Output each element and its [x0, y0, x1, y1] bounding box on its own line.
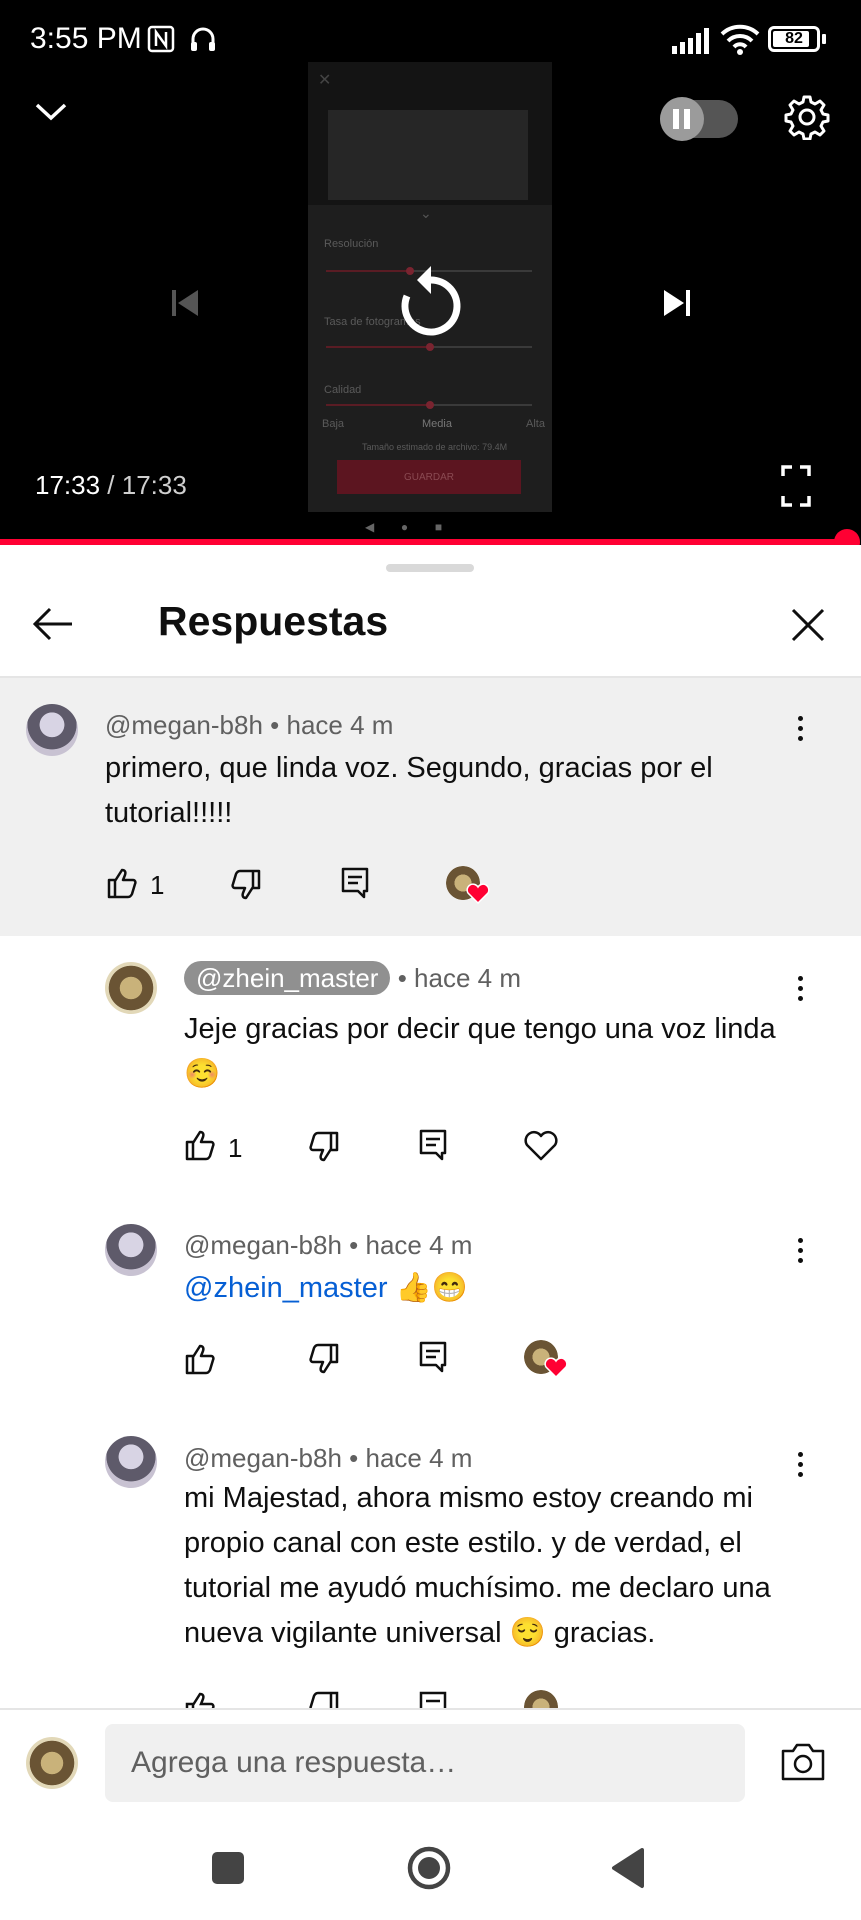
reply-icon[interactable]	[418, 1340, 448, 1374]
previous-icon[interactable]	[168, 286, 202, 320]
avatar	[26, 1737, 78, 1789]
inner-chevron-icon: ⌄	[420, 205, 432, 221]
comment-meta: @megan-b8h • hace 4 m	[105, 710, 394, 740]
reply-meta: @megan-b8h • hace 4 m	[184, 1443, 473, 1473]
progress-scrubber[interactable]	[834, 529, 860, 545]
mention-link[interactable]: @zhein_master	[184, 1272, 388, 1304]
avatar[interactable]	[105, 962, 157, 1014]
battery-icon: 82	[768, 26, 820, 52]
more-options-icon[interactable]	[798, 1452, 804, 1477]
camera-icon[interactable]	[780, 1742, 826, 1782]
inner-thumbnail	[328, 110, 528, 200]
dislike-icon[interactable]	[306, 1130, 340, 1164]
signal-icon	[672, 28, 709, 54]
pause-icon	[673, 109, 690, 129]
sheet-title: Respuestas	[158, 598, 389, 644]
settings-gear-icon[interactable]	[784, 94, 830, 140]
video-timestamp: 17:33 / 17:33	[35, 470, 187, 500]
minimize-chevron-icon[interactable]	[34, 100, 68, 124]
headphones-icon	[191, 27, 215, 51]
like-icon[interactable]	[184, 1128, 218, 1162]
like-count: 1	[228, 1133, 243, 1163]
inner-save-button: GUARDAR	[337, 460, 521, 494]
inner-nav-icons: ◀ ● ■	[365, 520, 443, 534]
inner-quality-label: Calidad	[324, 384, 362, 396]
comment-text: primero, que linda voz. Segundo, gracias…	[105, 752, 713, 829]
more-options-icon[interactable]	[798, 976, 804, 1001]
avatar[interactable]	[105, 1436, 157, 1488]
dislike-icon[interactable]	[228, 868, 262, 902]
nfc-icon	[147, 25, 175, 53]
reply-icon[interactable]	[340, 866, 370, 900]
more-options-icon[interactable]	[798, 716, 804, 741]
dislike-icon[interactable]	[306, 1342, 340, 1376]
video-player[interactable]: ✕ ⌄ Resolución Tasa de fotogramas Calida…	[0, 0, 861, 545]
reply-icon[interactable]	[418, 1128, 448, 1162]
like-icon[interactable]	[106, 866, 140, 900]
inner-resolution-label: Resolución	[324, 238, 379, 250]
inner-close-icon: ✕	[318, 72, 332, 89]
avatar[interactable]	[105, 1224, 157, 1276]
avatar[interactable]	[26, 704, 78, 756]
creator-heart-avatar	[524, 1690, 558, 1710]
fullscreen-icon[interactable]	[780, 464, 812, 508]
wifi-icon	[720, 24, 760, 55]
like-icon[interactable]	[184, 1690, 218, 1710]
like-icon[interactable]	[184, 1342, 218, 1376]
heart-icon	[544, 1357, 568, 1378]
reply-text: @zhein_master 👍😁	[184, 1272, 468, 1304]
creator-chip[interactable]: @zhein_master	[184, 961, 391, 995]
home-nav-icon[interactable]	[406, 1845, 452, 1891]
status-time: 3:55 PM	[30, 22, 142, 55]
drag-handle[interactable]	[386, 564, 474, 572]
reply-meta: @megan-b8h • hace 4 m	[184, 1230, 473, 1260]
dislike-icon[interactable]	[306, 1690, 340, 1710]
recents-nav-icon[interactable]	[212, 1852, 244, 1884]
inner-size-text: Tamaño estimado de archivo: 79.4M	[362, 442, 508, 452]
back-arrow-icon[interactable]	[32, 603, 74, 645]
reply-text: mi Majestad, ahora mismo estoy creando m…	[184, 1482, 771, 1649]
reply-text: Jeje gracias por decir que tengo una voz…	[184, 1013, 776, 1090]
reply-meta: @zhein_master • hace 4 m	[184, 961, 521, 995]
heart-outline-icon[interactable]	[522, 1128, 560, 1162]
clipped-action-row	[180, 1688, 600, 1710]
reply-input[interactable]: Agrega una respuesta…	[105, 1724, 745, 1802]
replay-icon[interactable]	[398, 264, 464, 342]
close-icon[interactable]	[790, 607, 826, 643]
next-icon[interactable]	[660, 286, 694, 320]
like-count: 1	[150, 870, 165, 900]
more-options-icon[interactable]	[798, 1238, 804, 1263]
back-nav-icon[interactable]	[610, 1847, 646, 1889]
reply-icon[interactable]	[418, 1690, 448, 1710]
heart-icon	[466, 883, 490, 904]
